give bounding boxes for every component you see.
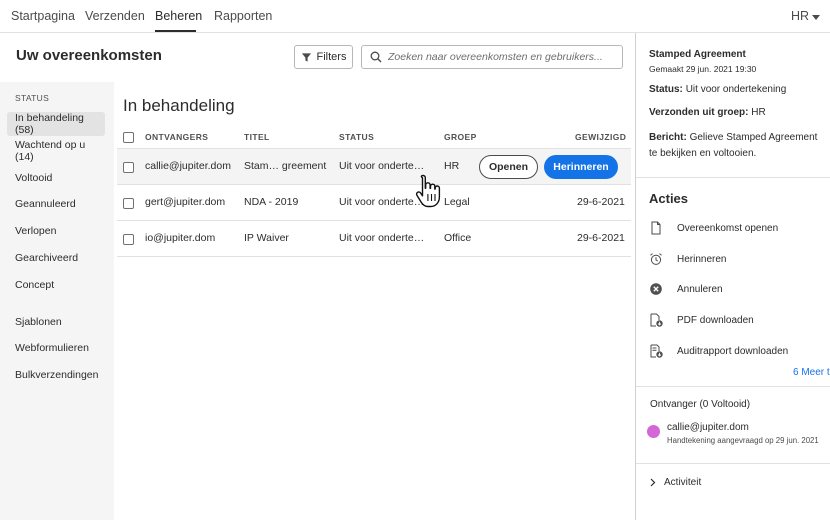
- tab-beheren[interactable]: Beheren: [155, 9, 202, 23]
- action-label: Annuleren: [677, 283, 723, 295]
- recipient-cell: gert@jupiter.dom: [145, 196, 226, 208]
- recipient-cell: callie@jupiter.dom: [145, 160, 231, 172]
- sidebar-item-geannuleerd[interactable]: Geannuleerd: [7, 192, 105, 216]
- agreement-title: Stamped Agreement: [649, 49, 746, 60]
- status-cell: Uit voor onderte…: [339, 160, 425, 172]
- status-value: Uit voor ondertekening: [685, 84, 787, 95]
- column-header-title[interactable]: TITEL: [244, 132, 270, 142]
- chevron-right-icon: [650, 478, 656, 487]
- actions-title: Acties: [649, 191, 689, 206]
- message-label: Bericht:: [649, 132, 687, 143]
- filter-icon: [301, 52, 311, 62]
- more-actions-link[interactable]: 6 Meer t: [793, 367, 830, 378]
- sidebar-item-bulkverzendingen[interactable]: Bulkverzendingen: [7, 363, 105, 387]
- activity-toggle[interactable]: Activiteit: [650, 477, 701, 488]
- action-download-pdf[interactable]: PDF downloaden: [649, 310, 829, 330]
- active-tab-indicator: [155, 30, 196, 32]
- group-label: Verzonden uit groep:: [649, 107, 749, 118]
- top-navigation: Startpagina Verzenden Beheren Rapporten …: [0, 0, 830, 33]
- sidebar-section-label: STATUS: [15, 93, 50, 103]
- section-heading: In behandeling: [123, 96, 235, 115]
- page-title: Uw overeenkomsten: [16, 47, 162, 64]
- sidebar-item-concept[interactable]: Concept: [7, 273, 105, 297]
- divider: [636, 177, 830, 178]
- hand-cursor-icon: [415, 174, 441, 208]
- activity-label: Activiteit: [664, 477, 702, 488]
- sidebar-item-gearchiveerd[interactable]: Gearchiveerd: [7, 246, 105, 270]
- column-header-recipients[interactable]: ONTVANGERS: [145, 132, 208, 142]
- modified-cell: 29-6-2021: [577, 232, 625, 244]
- audit-report-icon: [650, 344, 663, 358]
- column-header-group[interactable]: GROEP: [444, 132, 477, 142]
- title-cell: Stam… greement: [244, 160, 327, 172]
- column-header-status[interactable]: STATUS: [339, 132, 374, 142]
- document-icon: [651, 221, 661, 235]
- agreement-details-panel: Stamped Agreement Gemaakt 29 jun. 2021 1…: [635, 33, 830, 520]
- alarm-clock-icon: [650, 253, 662, 265]
- table-row[interactable]: gert@jupiter.dom NDA - 2019 Uit voor ond…: [117, 185, 631, 221]
- divider: [636, 386, 830, 387]
- table-row[interactable]: callie@jupiter.dom Stam… greement Uit vo…: [117, 149, 631, 185]
- search-input[interactable]: [388, 51, 613, 63]
- title-cell: IP Waiver: [244, 232, 289, 244]
- group-cell: HR: [444, 160, 460, 172]
- cancel-circle-icon: [650, 283, 662, 295]
- search-icon: [370, 51, 382, 63]
- agreement-status: Status: Uit voor ondertekening: [649, 82, 829, 98]
- action-label: Auditrapport downloaden: [677, 345, 789, 357]
- action-download-audit-report[interactable]: Auditrapport downloaden: [649, 341, 829, 361]
- sidebar-item-sjablonen[interactable]: Sjablonen: [7, 310, 105, 334]
- row-checkbox[interactable]: [123, 198, 134, 209]
- search-box: [361, 45, 623, 69]
- table-row[interactable]: io@jupiter.dom IP Waiver Uit voor ondert…: [117, 221, 631, 257]
- status-cell: Uit voor onderte…: [339, 232, 425, 244]
- remind-button[interactable]: Herinneren: [544, 155, 618, 179]
- select-all-checkbox[interactable]: [123, 132, 134, 143]
- action-label: PDF downloaden: [677, 314, 754, 326]
- recipient-cell: io@jupiter.dom: [145, 232, 216, 244]
- agreement-group: Verzonden uit groep: HR: [649, 105, 829, 121]
- agreement-message: Bericht: Gelieve Stamped Agreement te be…: [649, 130, 827, 162]
- recipients-title: Ontvanger (0 Voltooid): [650, 399, 751, 410]
- sidebar-item-in-behandeling[interactable]: In behandeling (58): [7, 112, 105, 136]
- sidebar-item-wachtend-op-u[interactable]: Wachtend op u (14): [7, 139, 105, 163]
- column-header-modified[interactable]: GEWIJZIGD: [575, 132, 626, 142]
- user-menu-label: HR: [790, 9, 809, 23]
- chevron-down-icon: [812, 14, 820, 20]
- agreement-created-date: Gemaakt 29 jun. 2021 19:30: [649, 64, 757, 74]
- action-remind[interactable]: Herinneren: [649, 249, 829, 269]
- recipient-email: callie@jupiter.dom: [667, 422, 749, 433]
- open-button[interactable]: Openen: [479, 155, 538, 179]
- modified-cell: 29-6-2021: [577, 196, 625, 208]
- tab-rapporten[interactable]: Rapporten: [214, 9, 272, 23]
- sidebar-item-voltooid[interactable]: Voltooid: [7, 166, 105, 190]
- avatar: [647, 425, 660, 438]
- status-label: Status:: [649, 84, 683, 95]
- status-cell: Uit voor onderte…: [339, 196, 425, 208]
- user-menu[interactable]: HR: [791, 9, 820, 23]
- agreements-table: ONTVANGERS TITEL STATUS GROEP GEWIJZIGD …: [117, 127, 631, 257]
- filters-button[interactable]: Filters: [294, 45, 353, 69]
- status-sidebar: STATUS In behandeling (58) Wachtend op u…: [0, 82, 114, 520]
- filters-button-label: Filters: [316, 51, 347, 63]
- action-label: Herinneren: [677, 253, 727, 265]
- action-label: Overeenkomst openen: [677, 222, 779, 234]
- title-cell: NDA - 2019: [244, 196, 299, 208]
- tab-startpagina[interactable]: Startpagina: [11, 9, 75, 23]
- group-cell: Legal: [444, 196, 470, 208]
- tab-verzenden[interactable]: Verzenden: [85, 9, 145, 23]
- group-cell: Office: [444, 232, 472, 244]
- sidebar-item-webformulieren[interactable]: Webformulieren: [7, 336, 105, 360]
- sidebar-item-verlopen[interactable]: Verlopen: [7, 219, 105, 243]
- pdf-download-icon: [650, 313, 663, 327]
- divider: [636, 463, 830, 464]
- table-header: ONTVANGERS TITEL STATUS GROEP GEWIJZIGD: [117, 127, 631, 149]
- action-open-agreement[interactable]: Overeenkomst openen: [649, 218, 829, 238]
- row-checkbox[interactable]: [123, 162, 134, 173]
- row-checkbox[interactable]: [123, 234, 134, 245]
- action-cancel[interactable]: Annuleren: [649, 279, 829, 299]
- group-value: HR: [751, 107, 766, 118]
- recipient-status: Handtekening aangevraagd op 29 jun. 2021: [667, 436, 819, 445]
